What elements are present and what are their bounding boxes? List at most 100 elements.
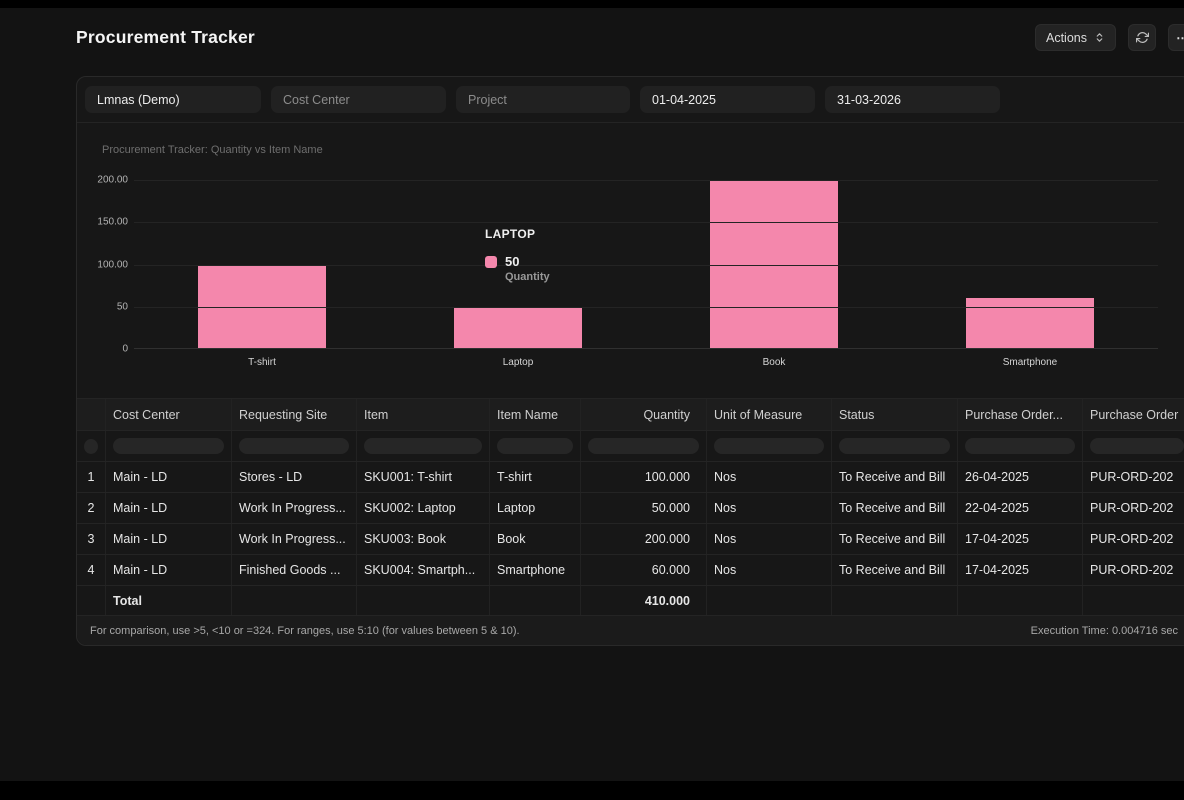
from-date-filter[interactable]: 01-04-2025 (640, 86, 815, 113)
column-filter-cell (490, 431, 581, 461)
table-cell: Finished Goods ... (232, 555, 357, 585)
gridline (134, 180, 1158, 181)
column-filter-cell (832, 431, 958, 461)
actions-button[interactable]: Actions (1035, 24, 1116, 51)
column-filter-cell (106, 431, 232, 461)
filter-bar: Lmnas (Demo) Cost Center Project 01-04-2… (77, 77, 1184, 123)
gridline (134, 348, 1158, 349)
execution-time: Execution Time: 0.004716 sec (1031, 625, 1178, 637)
table-cell: To Receive and Bill (832, 493, 958, 523)
screen: Procurement Tracker Actions ⋯ Lmnas (Dem… (0, 0, 1184, 800)
table-row: 1Main - LDStores - LDSKU001: T-shirtT-sh… (77, 462, 1184, 493)
ellipsis-icon: ⋯ (1176, 30, 1184, 45)
x-axis-label: Book (646, 357, 902, 368)
column-filter-input[interactable] (239, 438, 349, 454)
table-cell: Main - LD (106, 462, 232, 492)
table-row: 4Main - LDFinished Goods ...SKU004: Smar… (77, 555, 1184, 586)
column-header[interactable]: Cost Center (106, 399, 232, 430)
table-cell: SKU003: Book (357, 524, 490, 554)
to-date-filter[interactable]: 31-03-2026 (825, 86, 1000, 113)
row-select-circle[interactable] (84, 439, 98, 454)
table-cell: Nos (707, 555, 832, 585)
column-header[interactable]: Item Name (490, 399, 581, 430)
row-number: 1 (77, 462, 106, 492)
y-axis-label: 50 (117, 301, 128, 312)
company-filter[interactable]: Lmnas (Demo) (85, 86, 261, 113)
refresh-icon (1136, 31, 1149, 44)
table-cell: Smartphone (490, 555, 581, 585)
column-filter-input[interactable] (364, 438, 482, 454)
cost-center-filter[interactable]: Cost Center (271, 86, 446, 113)
report-page: Procurement Tracker Actions ⋯ Lmnas (Dem… (0, 8, 1184, 781)
total-row: Total 410.000 (77, 586, 1184, 615)
gridline (134, 265, 1158, 266)
tooltip-series-label: Quantity (505, 271, 550, 283)
table-cell: To Receive and Bill (832, 555, 958, 585)
tooltip-title: LAPTOP (485, 227, 550, 241)
y-axis-labels: 200.00150.00100.00500 (77, 180, 128, 349)
y-axis-label: 200.00 (97, 175, 128, 186)
column-filter-cell (1083, 431, 1184, 461)
table-cell: 100.000 (581, 462, 707, 492)
tooltip-swatch (485, 256, 497, 268)
row-number: 3 (77, 524, 106, 554)
x-axis-label: T-shirt (134, 357, 390, 368)
column-filter-input[interactable] (965, 438, 1075, 454)
column-filter-input[interactable] (588, 438, 699, 454)
table-header-row: Cost CenterRequesting SiteItemItem NameQ… (77, 399, 1184, 431)
table-cell: 50.000 (581, 493, 707, 523)
column-filter-input[interactable] (497, 438, 573, 454)
total-cell (232, 586, 357, 615)
table-cell: To Receive and Bill (832, 524, 958, 554)
x-axis-label: Smartphone (902, 357, 1158, 368)
total-cell (77, 586, 106, 615)
column-header[interactable]: Unit of Measure (707, 399, 832, 430)
table-row: 3Main - LDWork In Progress...SKU003: Boo… (77, 524, 1184, 555)
column-header[interactable]: Quantity (581, 399, 707, 430)
total-quantity: 410.000 (581, 586, 707, 615)
refresh-button[interactable] (1128, 24, 1156, 51)
column-filter-input[interactable] (714, 438, 824, 454)
column-filter-cell (581, 431, 707, 461)
column-filter-input[interactable] (1090, 438, 1184, 454)
table-cell: To Receive and Bill (832, 462, 958, 492)
column-header[interactable]: Purchase Order... (958, 399, 1083, 430)
table-cell: Main - LD (106, 493, 232, 523)
column-header[interactable]: Item (357, 399, 490, 430)
row-number-header (77, 399, 106, 430)
table-cell: Main - LD (106, 555, 232, 585)
toolbar-buttons: Actions ⋯ (1035, 24, 1184, 51)
column-filter-cell (707, 431, 832, 461)
bar-laptop[interactable] (454, 307, 582, 349)
column-header[interactable]: Status (832, 399, 958, 430)
column-filter-input[interactable] (113, 438, 224, 454)
x-axis: T-shirtLaptopBookSmartphone (134, 357, 1158, 368)
table-cell: Work In Progress... (232, 524, 357, 554)
table-cell: PUR-ORD-202 (1083, 555, 1184, 585)
table-filter-row (77, 431, 1184, 462)
total-cell (1083, 586, 1184, 615)
column-filter-cell (958, 431, 1083, 461)
table-cell: T-shirt (490, 462, 581, 492)
chart: Procurement Tracker: Quantity vs Item Na… (77, 123, 1184, 399)
table-cell: Work In Progress... (232, 493, 357, 523)
top-bar: Procurement Tracker Actions ⋯ (76, 24, 1184, 51)
project-filter[interactable]: Project (456, 86, 630, 113)
table-cell: 26-04-2025 (958, 462, 1083, 492)
column-filter-cell (357, 431, 490, 461)
column-header[interactable]: Requesting Site (232, 399, 357, 430)
table-cell: Book (490, 524, 581, 554)
y-axis-label: 150.00 (97, 217, 128, 228)
table-cell: SKU004: Smartph... (357, 555, 490, 585)
chart-plot (134, 180, 1158, 349)
more-button[interactable]: ⋯ (1168, 24, 1184, 51)
column-header[interactable]: Purchase Order (1083, 399, 1184, 430)
chevrons-up-down-icon (1094, 32, 1105, 43)
column-filter-input[interactable] (839, 438, 950, 454)
report-card: Lmnas (Demo) Cost Center Project 01-04-2… (76, 76, 1184, 646)
table-cell: 60.000 (581, 555, 707, 585)
total-label: Total (106, 586, 232, 615)
column-filter-cell (232, 431, 357, 461)
table-cell: 17-04-2025 (958, 524, 1083, 554)
total-cell (490, 586, 581, 615)
